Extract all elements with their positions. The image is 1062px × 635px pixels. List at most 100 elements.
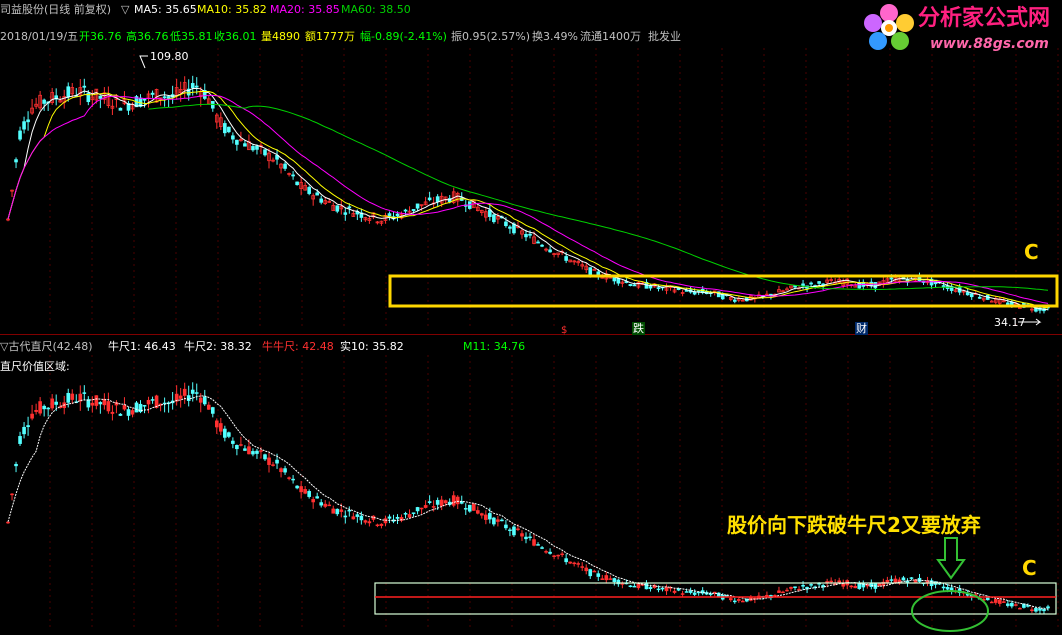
indicator-candle-body (423, 505, 428, 508)
indicator-candle-body (508, 529, 512, 532)
indicator-candle-body (528, 536, 532, 539)
logo-url[interactable]: www.88gs.com (930, 36, 1049, 52)
price-candle-body (235, 139, 239, 145)
price-candle-body (889, 277, 894, 280)
indicator-candle-body (451, 495, 456, 506)
ma-toggle-icon[interactable]: ▽ (121, 3, 129, 17)
indicator-candle-body (789, 586, 793, 589)
indicator-candle-body (564, 558, 568, 563)
indicator-value-box (374, 582, 1057, 615)
indicator-candle-body (30, 413, 34, 419)
price-candle-body (628, 284, 633, 287)
indicator-candle-body (223, 428, 227, 438)
price-candle-body (969, 293, 974, 298)
indicator-candle-body (375, 524, 380, 527)
price-candle-body (1018, 307, 1022, 309)
indicator-candle-body (656, 588, 661, 591)
indicator-candle-body (584, 567, 589, 572)
indicator-candle-body (540, 547, 544, 549)
indicator-candle-body (692, 592, 697, 595)
price-candle-body (223, 123, 227, 134)
indicator-candle-body (335, 508, 340, 515)
indicator-candle-body (1018, 607, 1022, 610)
price-candle-body (387, 213, 392, 217)
indicator-candle-body (343, 515, 348, 518)
price-candle-body (488, 209, 492, 217)
indicator-candle-body (893, 578, 898, 584)
price-candle-body (118, 107, 123, 111)
panel-separator (0, 334, 1062, 335)
indicator-candle-body (323, 503, 328, 507)
price-candle-body (632, 284, 637, 287)
indicator-candle-body (431, 506, 436, 508)
indicator-candle-body (592, 570, 597, 573)
price-candle-body (243, 143, 247, 147)
indicator-candle-body (50, 398, 54, 409)
indicator-candle-body (10, 493, 14, 496)
indicator-candle-body (383, 518, 388, 524)
indicator-candle-body (347, 509, 352, 512)
price-candle-body (150, 92, 155, 95)
indicator-candle-body (881, 581, 886, 586)
indicator-candle-body (829, 580, 833, 583)
price-candle-body (395, 213, 400, 217)
event-marker-finance[interactable]: 财 (855, 322, 868, 335)
indicator-candle-body (215, 420, 219, 428)
indicator-candle-body (1034, 607, 1038, 612)
indicator-candle-body (279, 468, 283, 473)
indicator-candle-body (660, 587, 665, 590)
price-candle-body (403, 209, 408, 212)
indicator-candle-body (235, 445, 239, 450)
price-candle-body (648, 285, 653, 289)
indicator-candle-body (443, 500, 448, 504)
indicator-candle-body (941, 586, 946, 589)
price-candle-body (263, 149, 267, 156)
indicator-candle-body (989, 601, 994, 604)
indicator-candle-body (206, 404, 211, 410)
event-marker-dollar[interactable]: $ (561, 325, 567, 337)
indicator-candle-body (737, 599, 741, 601)
indicator-candle-body (26, 425, 30, 428)
price-candle-body (231, 135, 235, 140)
indicator-candle-body (901, 577, 906, 581)
indicator-subtitle: 直尺价值区域: (0, 360, 70, 373)
price-candle-body (873, 282, 878, 289)
indicator-candle-body (684, 591, 689, 593)
price-candle-body (427, 197, 432, 201)
price-candle-body (528, 233, 532, 236)
indicator-candle-body (198, 397, 203, 403)
indicator-candle-body (455, 496, 460, 505)
indicator-candle-body (945, 586, 950, 590)
shi10-value: 实10: 35.82 (340, 340, 404, 353)
info-turnover: 换3.49% (532, 30, 578, 43)
indicator-candle-body (22, 426, 26, 435)
indicator-candle-body (243, 448, 247, 451)
indicator-title[interactable]: ▽古代直尺(42.48) (0, 340, 93, 354)
indicator-candle-body (327, 504, 332, 507)
price-candle-body (411, 209, 416, 212)
indicator-candle-body (227, 432, 231, 437)
indicator-candle-body (909, 577, 914, 579)
price-candle-body (251, 146, 255, 151)
indicator-candle-body (504, 524, 508, 529)
price-candle-body (42, 99, 46, 104)
event-marker-drop[interactable]: 跌 (632, 322, 645, 335)
indicator-candle-body (18, 436, 22, 444)
indicator-candle-body (467, 504, 472, 512)
indicator-candle-body (1002, 601, 1006, 603)
indicator-candle-body (359, 515, 364, 521)
indicator-candle-body (38, 401, 42, 414)
indicator-candle-body (118, 413, 123, 416)
indicator-candle-body (793, 586, 797, 588)
indicator-candle-body (600, 578, 605, 580)
indicator-candle-body (998, 599, 1002, 604)
indicator-candle-body (484, 514, 488, 520)
indicator-candle-body (126, 409, 131, 416)
indicator-candle-body (471, 503, 476, 511)
indicator-candle-body (251, 451, 255, 455)
indicator-candle-body (560, 553, 564, 556)
indicator-candle-body (379, 523, 384, 526)
indicator-candle-body (809, 584, 813, 586)
price-candle-body (227, 126, 231, 133)
info-close: 收36.01 (214, 30, 257, 43)
